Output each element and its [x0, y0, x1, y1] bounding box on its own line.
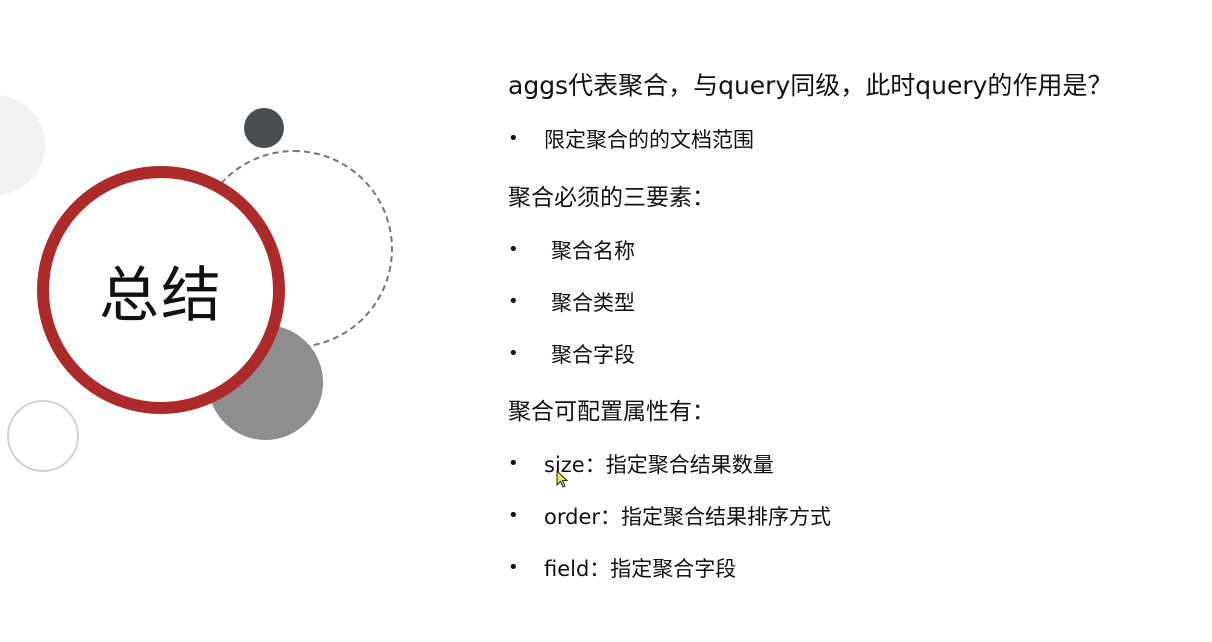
- bullet-icon: •: [508, 557, 519, 578]
- list-item: • size：指定聚合结果数量: [508, 449, 774, 479]
- element-item: 聚合类型: [551, 291, 635, 315]
- bullet-icon: •: [508, 291, 519, 312]
- decorative-dark-dot: [244, 108, 284, 148]
- list-item: • order：指定聚合结果排序方式: [508, 501, 831, 531]
- bullet-icon: •: [508, 505, 519, 526]
- list-item: • 限定聚合的的文档范围: [508, 124, 754, 154]
- title-ring: 总结: [37, 166, 285, 414]
- config-item: size：指定聚合结果数量: [544, 453, 774, 477]
- list-item: • field：指定聚合字段: [508, 553, 736, 583]
- bullet-icon: •: [508, 453, 519, 474]
- config-item: field：指定聚合字段: [544, 557, 737, 581]
- decorative-circle-light: [0, 95, 45, 195]
- bullet-icon: •: [508, 343, 519, 364]
- answer-item: 限定聚合的的文档范围: [544, 128, 754, 152]
- list-item: • 聚合类型: [508, 287, 635, 317]
- mouse-cursor-icon: [556, 470, 568, 488]
- config-item: order：指定聚合结果排序方式: [544, 505, 831, 529]
- list-item: • 聚合字段: [508, 339, 635, 369]
- three-elements-heading: 聚合必须的三要素：: [508, 185, 715, 211]
- config-heading: 聚合可配置属性有：: [508, 399, 715, 425]
- slide-title: 总结: [99, 260, 223, 331]
- bullet-icon: •: [508, 128, 519, 149]
- element-item: 聚合名称: [551, 239, 635, 263]
- decorative-outline-circle: [7, 400, 79, 472]
- bullet-icon: •: [508, 239, 519, 260]
- summary-content: aggs代表聚合，与query同级，此时query的作用是？ • 限定聚合的的文…: [508, 0, 1198, 642]
- question-heading: aggs代表聚合，与query同级，此时query的作用是？: [508, 71, 1113, 100]
- element-item: 聚合字段: [551, 343, 635, 367]
- list-item: • 聚合名称: [508, 235, 635, 265]
